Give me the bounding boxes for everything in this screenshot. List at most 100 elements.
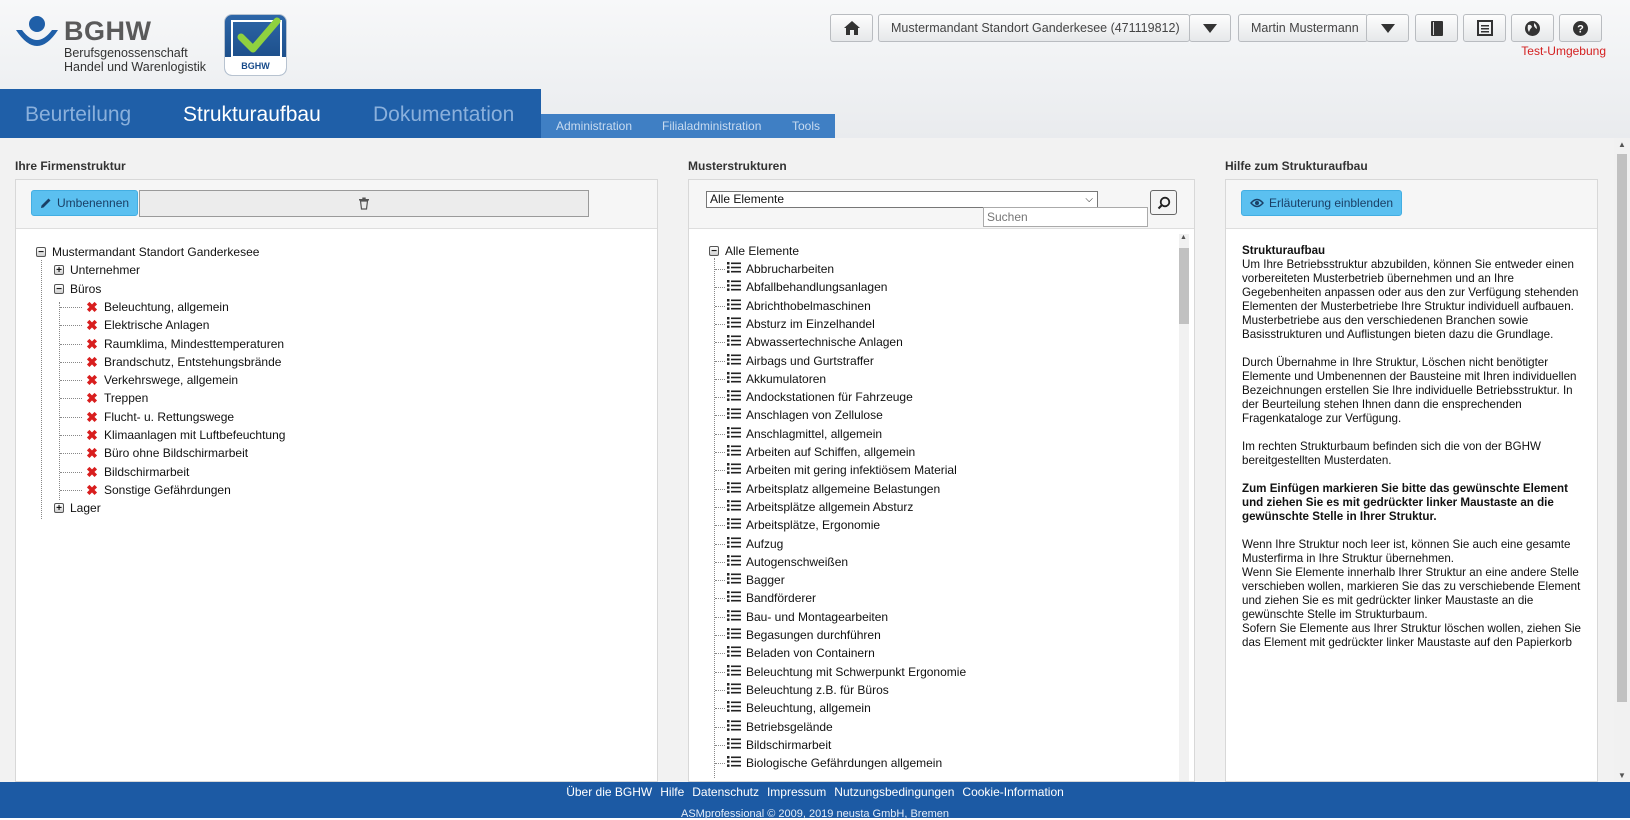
remove-icon[interactable]: ✖ <box>86 444 98 462</box>
template-item[interactable]: Betriebsgelände <box>727 718 833 736</box>
list-button[interactable] <box>1463 14 1506 42</box>
tree-node-leaf[interactable]: ✖ Treppen <box>86 389 148 407</box>
footer-link[interactable]: Hilfe <box>660 785 684 799</box>
expand-icon[interactable]: + <box>54 503 64 514</box>
template-item[interactable]: Autogenschweißen <box>727 553 848 571</box>
tree-node-leaf[interactable]: ✖ Sonstige Gefährdungen <box>86 481 231 499</box>
home-button[interactable] <box>830 14 873 42</box>
tree-node-leaf[interactable]: ✖ Bildschirmarbeit <box>86 463 189 481</box>
template-item[interactable]: Beleuchtung mit Schwerpunkt Ergonomie <box>727 663 966 681</box>
footer-link[interactable]: Über die BGHW <box>566 785 652 799</box>
template-item[interactable]: Andockstationen für Fahrzeuge <box>727 388 913 406</box>
help-button[interactable]: ? <box>1559 14 1602 42</box>
remove-icon[interactable]: ✖ <box>86 389 98 407</box>
template-item[interactable]: Absturz im Einzelhandel <box>727 315 875 333</box>
template-item[interactable]: Abrichthobelmaschinen <box>727 297 871 315</box>
template-item[interactable]: Abbrucharbeiten <box>727 260 834 278</box>
page-scroll-thumb[interactable] <box>1617 154 1627 702</box>
company-selector[interactable]: Mustermandant Standort Ganderkesee (4711… <box>878 14 1190 42</box>
tree-node-leaf[interactable]: ✖ Flucht- u. Rettungswege <box>86 408 234 426</box>
scroll-down-arrow-icon[interactable]: ▼ <box>1618 771 1626 780</box>
template-item-label: Abbrucharbeiten <box>746 262 835 276</box>
template-item[interactable]: Bagger <box>727 571 785 589</box>
language-button[interactable] <box>1511 14 1554 42</box>
remove-icon[interactable]: ✖ <box>86 463 98 481</box>
template-item[interactable]: Arbeiten auf Schiffen, allgemein <box>727 443 915 461</box>
tree-node-group[interactable]: + Lager <box>54 499 101 517</box>
template-item[interactable]: Bandförderer <box>727 589 816 607</box>
handbook-button[interactable] <box>1415 14 1458 42</box>
remove-icon[interactable]: ✖ <box>86 298 98 316</box>
template-item[interactable]: Airbags und Gurtstraffer <box>727 352 874 370</box>
template-item[interactable]: Arbeiten mit gering infektiösem Material <box>727 461 957 479</box>
template-item[interactable]: Biologische Gefährdungen allgemein <box>727 754 942 772</box>
user-selector[interactable]: Martin Mustermann <box>1238 14 1368 42</box>
rename-button[interactable]: Umbenennen <box>31 190 139 216</box>
scroll-up-arrow-icon[interactable]: ▲ <box>1618 140 1626 149</box>
templates-scrollbar[interactable]: ▲ <box>1179 234 1189 781</box>
remove-icon[interactable]: ✖ <box>86 408 98 426</box>
template-item[interactable]: Arbeitsplätze allgemein Absturz <box>727 498 913 516</box>
remove-icon[interactable]: ✖ <box>86 335 98 353</box>
collapse-icon[interactable]: − <box>36 247 46 258</box>
template-item[interactable]: Arbeitsplatz allgemeine Belastungen <box>727 480 940 498</box>
tree-node-leaf[interactable]: ✖ Verkehrswege, allgemein <box>86 371 238 389</box>
tab-dokumentation[interactable]: Dokumentation <box>373 103 514 127</box>
tree-node-group[interactable]: + Unternehmer <box>54 261 140 279</box>
tab-strukturaufbau[interactable]: Strukturaufbau <box>183 103 321 127</box>
template-item[interactable]: Bau- und Montagearbeiten <box>727 608 888 626</box>
tree-node-leaf[interactable]: ✖ Elektrische Anlagen <box>86 316 209 334</box>
trash-drop-zone[interactable] <box>139 190 589 217</box>
tree-node-leaf[interactable]: ✖ Klimaanlagen mit Luftbefeuchtung <box>86 426 285 444</box>
remove-icon[interactable]: ✖ <box>86 316 98 334</box>
collapse-icon[interactable]: − <box>54 283 64 294</box>
search-button[interactable] <box>1150 190 1177 215</box>
tree-node-root[interactable]: − Mustermandant Standort Ganderkesee <box>36 243 259 261</box>
template-item[interactable]: Bildschirmarbeit <box>727 736 831 754</box>
user-dropdown-button[interactable] <box>1366 14 1409 42</box>
templates-scroll-thumb[interactable] <box>1179 248 1189 324</box>
subtab-filialadministration[interactable]: Filialadministration <box>662 119 761 133</box>
help-paragraph-5a: Wenn Ihre Struktur noch leer ist, können… <box>1242 538 1571 565</box>
element-filter-select[interactable]: Alle Elemente ⌵ <box>706 191 1098 208</box>
template-item[interactable]: Abfallbehandlungsanlagen <box>727 278 887 296</box>
logo-subtitle-line1: Berufsgenossenschaft <box>64 46 188 60</box>
footer-link[interactable]: Cookie-Information <box>962 785 1063 799</box>
remove-icon[interactable]: ✖ <box>86 353 98 371</box>
template-item[interactable]: Anschlagmittel, allgemein <box>727 425 882 443</box>
tree-node-root[interactable]: − Alle Elemente <box>709 242 799 260</box>
footer-link[interactable]: Impressum <box>767 785 826 799</box>
expand-icon[interactable]: + <box>54 265 64 276</box>
template-item[interactable]: Aufzug <box>727 535 783 553</box>
templates-search-input[interactable] <box>983 207 1148 227</box>
template-item[interactable]: Abwassertechnische Anlagen <box>727 333 903 351</box>
bghw-logo[interactable]: BGHW Berufsgenossenschaft Handel und War… <box>14 12 214 74</box>
template-item[interactable]: Anschlagen von Zellulose <box>727 406 883 424</box>
tree-node-leaf[interactable]: ✖ Beleuchtung, allgemein <box>86 298 229 316</box>
remove-icon[interactable]: ✖ <box>86 481 98 499</box>
template-item[interactable]: Arbeitsplätze, Ergonomie <box>727 516 880 534</box>
page-scrollbar[interactable]: ▲ ▼ <box>1614 138 1630 782</box>
collapse-icon[interactable]: − <box>709 246 719 257</box>
template-item[interactable]: Beladen von Containern <box>727 644 875 662</box>
tree-node-group[interactable]: − Büros <box>54 280 101 298</box>
company-dropdown-button[interactable] <box>1189 14 1231 42</box>
template-item[interactable]: Akkumulatoren <box>727 370 826 388</box>
subtab-tools[interactable]: Tools <box>792 119 820 133</box>
scroll-up-arrow-icon[interactable]: ▲ <box>1180 234 1187 241</box>
remove-icon[interactable]: ✖ <box>86 426 98 444</box>
tree-node-leaf[interactable]: ✖ Büro ohne Bildschirmarbeit <box>86 444 248 462</box>
subtab-administration[interactable]: Administration <box>556 119 632 133</box>
template-item[interactable]: Begasungen durchführen <box>727 626 881 644</box>
footer-link[interactable]: Nutzungsbedingungen <box>834 785 954 799</box>
show-explanation-button[interactable]: Erläuterung einblenden <box>1241 190 1403 216</box>
tab-beurteilung[interactable]: Beurteilung <box>25 103 131 127</box>
tree-node-leaf[interactable]: ✖ Raumklima, Mindesttemperaturen <box>86 335 284 353</box>
footer-link[interactable]: Datenschutz <box>692 785 759 799</box>
remove-icon[interactable]: ✖ <box>86 371 98 389</box>
template-item[interactable]: Beleuchtung z.B. für Büros <box>727 681 889 699</box>
tree-connector <box>60 471 82 473</box>
tree-node-leaf[interactable]: ✖ Brandschutz, Entstehungsbrände <box>86 353 281 371</box>
template-item[interactable]: Beleuchtung, allgemein <box>727 699 871 717</box>
app-badge[interactable]: BGHW <box>224 14 287 76</box>
